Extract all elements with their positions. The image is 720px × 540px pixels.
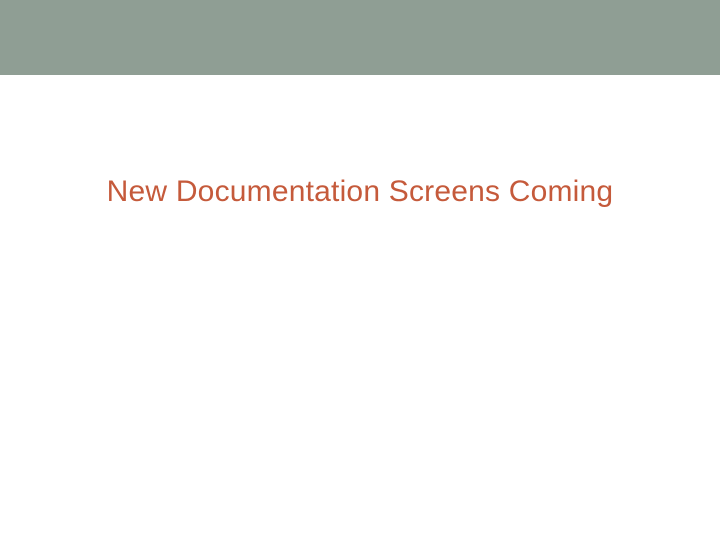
slide-title: New Documentation Screens Coming <box>0 175 720 209</box>
header-bar <box>0 0 720 75</box>
